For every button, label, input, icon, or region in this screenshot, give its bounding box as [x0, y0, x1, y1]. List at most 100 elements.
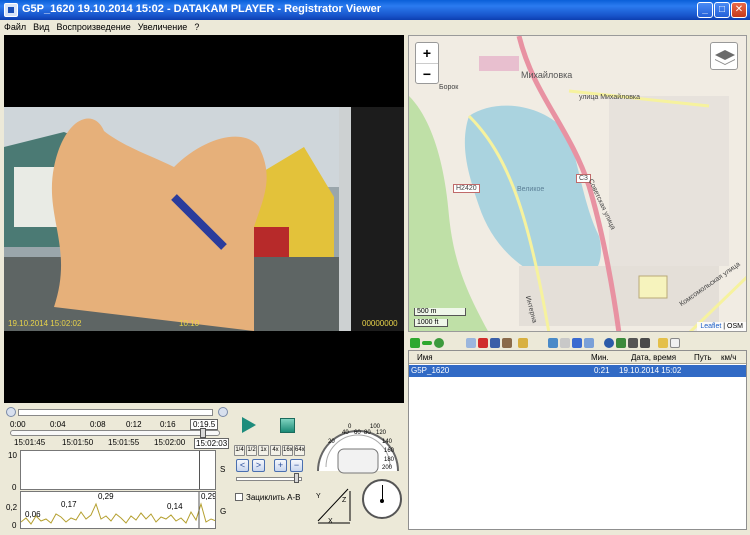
prev-frame-button[interactable]: < — [236, 459, 249, 472]
zoom-out-button[interactable]: − — [416, 63, 438, 83]
document-icon[interactable] — [670, 338, 680, 348]
next-frame-button[interactable]: > — [252, 459, 265, 472]
film-icon[interactable] — [628, 338, 638, 348]
blank-icon[interactable] — [560, 338, 570, 348]
g-peak-label: 0,14 — [167, 502, 183, 511]
axis-z-label: Z — [342, 497, 347, 504]
volume-handle[interactable] — [294, 473, 299, 483]
compass — [362, 479, 402, 519]
trip-icon[interactable] — [572, 338, 582, 348]
map-label-town: Михайловка — [521, 70, 573, 80]
speed-tick: 160 — [384, 448, 395, 454]
column-datetime[interactable]: Дата, время — [631, 353, 676, 362]
zoom-track[interactable] — [18, 409, 213, 416]
seek-handle[interactable] — [200, 428, 206, 438]
zoom-control: + − — [415, 42, 439, 84]
globe-icon[interactable] — [604, 338, 614, 348]
settings-icon[interactable] — [548, 338, 558, 348]
g-peak-label: 0,17 — [61, 500, 77, 509]
g-peak-label: 0,29 — [201, 492, 216, 501]
scale-tick: 0:00 — [10, 420, 26, 429]
clock-tick: 15:01:50 — [62, 438, 94, 447]
speed-tick: 60 — [354, 430, 361, 436]
scale-tick: 0:16 — [160, 420, 176, 429]
menu-zoom[interactable]: Увеличение — [134, 20, 191, 32]
speed-4x-button[interactable]: 4x — [270, 445, 281, 456]
speed-1x-button[interactable]: 1x — [258, 445, 269, 456]
g-axis-tick: 0,2 — [6, 503, 18, 512]
leaflet-link[interactable]: Leaflet — [700, 323, 721, 330]
layers-small-icon[interactable] — [640, 338, 650, 348]
minimize-button[interactable]: _ — [697, 2, 713, 18]
arrow-icon[interactable] — [518, 338, 528, 348]
edit-icon[interactable] — [584, 338, 594, 348]
trip-datetime: 19.10.2014 15:02 — [619, 366, 682, 375]
zoom-out-timeline-icon[interactable] — [6, 407, 16, 417]
speed-64x-button[interactable]: 64x — [294, 445, 305, 456]
g-graph[interactable]: 0,06 0,17 0,29 0,14 0,29 — [20, 491, 216, 529]
trip-list-header: Имя Мин. Дата, время Путь км/ч — [409, 351, 746, 364]
map-view[interactable]: + − Михайловка Борок улица Михайловка Н2… — [408, 35, 747, 332]
menu-help[interactable]: ? — [190, 20, 202, 32]
speed-tick: 40 — [342, 430, 349, 436]
add-icon[interactable] — [410, 338, 420, 348]
clock-tick: 15:01:45 — [14, 438, 46, 447]
volume-slider[interactable] — [236, 477, 302, 481]
save-icon[interactable] — [490, 338, 500, 348]
trip-list: Имя Мин. Дата, время Путь км/ч G5P_1620 … — [408, 350, 747, 530]
osd-right: 00000000 — [362, 319, 398, 328]
speed-quarter-button[interactable]: 1/4 — [234, 445, 245, 456]
zoom-in-video-icon[interactable]: + — [274, 459, 287, 472]
column-speed[interactable]: км/ч — [721, 353, 736, 362]
menu-playback[interactable]: Воспроизведение — [52, 20, 133, 32]
column-name[interactable]: Имя — [417, 353, 433, 362]
axis-y-label: Y — [316, 493, 321, 500]
playback-controls: 1/4 1/2 1x 4x 16x 64x < > + − Зациклить … — [232, 407, 404, 531]
loop-label: Зациклить A-B — [246, 493, 301, 502]
playhead — [199, 451, 200, 489]
play-button[interactable] — [242, 417, 256, 433]
scale-feet: 1000 ft — [414, 319, 448, 327]
layers-icon[interactable] — [710, 42, 738, 70]
stop-button[interactable] — [280, 418, 295, 433]
accelerometer: Y Z X — [312, 481, 356, 529]
axis-x-label: X — [328, 518, 333, 525]
time-scale: 0:00 0:04 0:08 0:12 0:16 0:19.5 — [4, 419, 230, 430]
speed-graph[interactable] — [20, 450, 216, 490]
video-frame — [4, 107, 404, 331]
clock-current: 15:02:03 — [194, 438, 230, 449]
remove-icon[interactable] — [422, 341, 432, 345]
menu-view[interactable]: Вид — [29, 20, 52, 32]
clock-tick: 15:01:55 — [108, 438, 140, 447]
speed-tick: 200 — [382, 465, 393, 471]
column-minutes[interactable]: Мин. — [591, 353, 609, 362]
video-view[interactable]: 19.10.2014 15:02:02 10.10 00000000 — [4, 35, 404, 403]
speed-16x-button[interactable]: 16x — [282, 445, 293, 456]
column-path[interactable]: Путь — [694, 353, 712, 362]
map-label-street1: улица Михайловка — [579, 94, 641, 101]
delete-icon[interactable] — [478, 338, 488, 348]
table-row[interactable]: G5P_1620 0:21 19.10.2014 15:02 — [409, 365, 746, 377]
zoom-in-timeline-icon[interactable] — [218, 407, 228, 417]
map-label-lake: Великое — [517, 186, 545, 193]
compass-center — [380, 499, 384, 503]
zoom-out-video-icon[interactable]: − — [290, 459, 303, 472]
menu-file[interactable]: Файл — [0, 20, 29, 32]
maximize-button[interactable]: □ — [714, 2, 730, 18]
g-graph-plot — [21, 492, 215, 528]
refresh-icon[interactable] — [434, 338, 444, 348]
axes-icon — [317, 488, 351, 524]
export-icon[interactable] — [502, 338, 512, 348]
loop-checkbox[interactable] — [235, 493, 243, 501]
trip-name: G5P_1620 — [411, 366, 450, 375]
folder-icon[interactable] — [658, 338, 668, 348]
photo-icon[interactable] — [616, 338, 626, 348]
zoom-in-button[interactable]: + — [416, 43, 438, 63]
map-road-badge: Н2420 — [453, 184, 480, 193]
close-button[interactable]: ✕ — [731, 2, 747, 18]
app-icon — [4, 3, 18, 17]
seek-bar[interactable] — [10, 430, 220, 436]
speed-half-button[interactable]: 1/2 — [246, 445, 257, 456]
copy-icon[interactable] — [466, 338, 476, 348]
osm-attribution: | OSM — [721, 323, 743, 330]
